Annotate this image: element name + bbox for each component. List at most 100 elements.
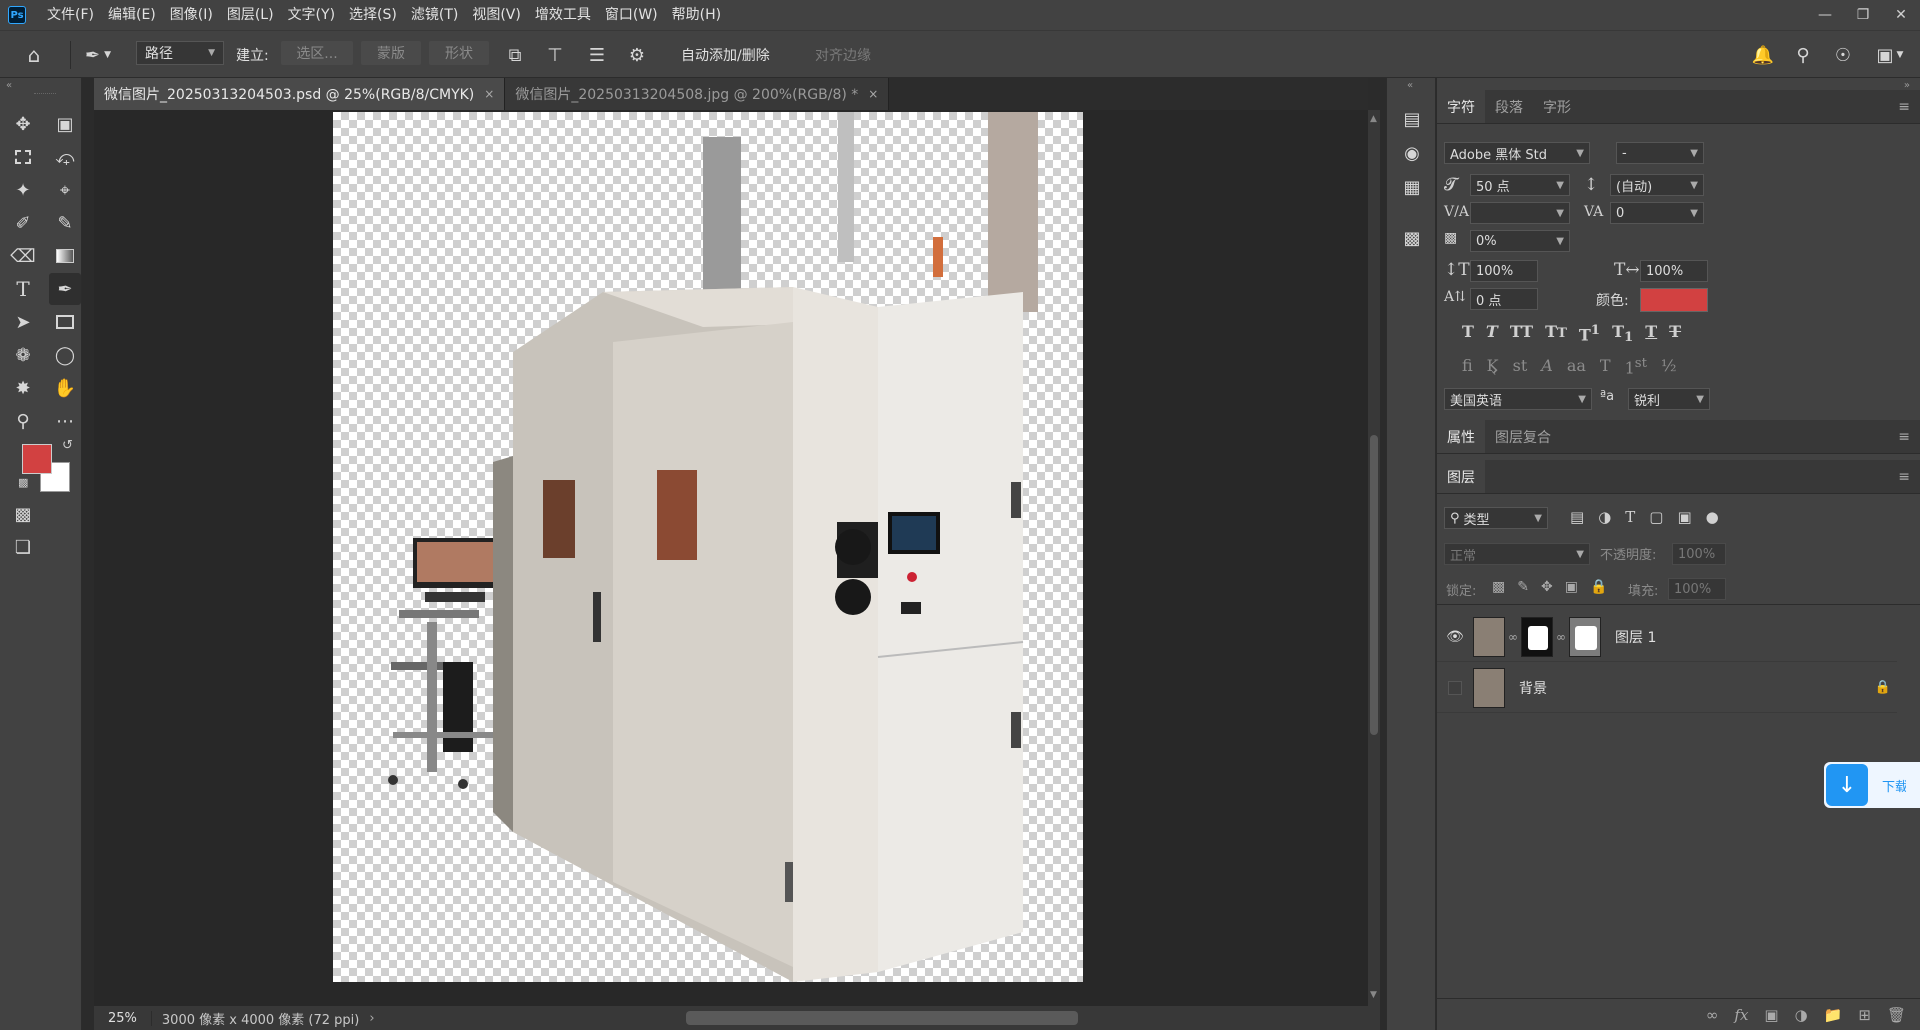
close-tab-icon[interactable]: × xyxy=(868,87,878,101)
filter-type-icon[interactable]: T xyxy=(1625,508,1635,526)
gradient-tool-icon[interactable] xyxy=(49,240,81,272)
leading-field[interactable]: (自动) ▼ xyxy=(1610,174,1704,196)
close-tab-icon[interactable]: × xyxy=(484,87,494,101)
screen-mode-icon[interactable]: ❏ xyxy=(7,531,39,563)
kerning-field[interactable]: ▼ xyxy=(1470,202,1570,224)
subscript-icon[interactable]: T1 xyxy=(1612,322,1633,345)
menu-help[interactable]: 帮助(H) xyxy=(665,0,728,30)
path-selection-tool-icon[interactable]: ➤ xyxy=(7,306,39,338)
tab-layers[interactable]: 图层 xyxy=(1437,460,1485,493)
faux-bold-icon[interactable]: T xyxy=(1462,322,1474,345)
brush-tool-icon[interactable]: ✎ xyxy=(49,207,81,239)
small-caps-icon[interactable]: TT xyxy=(1545,322,1567,345)
faux-italic-icon[interactable]: T xyxy=(1486,322,1498,345)
ellipse-tool-icon[interactable]: ◯ xyxy=(49,339,81,371)
scroll-down-icon[interactable]: ▼ xyxy=(1370,990,1377,1000)
fill-field[interactable]: 100% xyxy=(1668,578,1726,600)
lock-artboard-icon[interactable]: ▣ xyxy=(1565,579,1578,595)
eraser-tool-icon[interactable]: ⌫ xyxy=(7,240,39,272)
lasso-tool-icon[interactable]: ⤽ xyxy=(49,141,81,173)
make-selection-button[interactable]: 选区... xyxy=(281,41,353,65)
quick-mask-icon[interactable]: ▩ xyxy=(7,498,39,530)
tracking-field[interactable]: 0 ▼ xyxy=(1610,202,1704,224)
filter-smart-object-icon[interactable]: ▣ xyxy=(1677,508,1691,526)
tab-glyphs[interactable]: 字形 xyxy=(1533,90,1581,123)
font-size-field[interactable]: 50 点 ▼ xyxy=(1470,174,1570,196)
gear-icon[interactable]: ⚙ xyxy=(624,42,650,68)
layer-name[interactable]: 背景 xyxy=(1519,678,1547,698)
stylistic-alt-icon[interactable]: aa xyxy=(1567,356,1586,377)
menu-file[interactable]: 文件(F) xyxy=(40,0,101,30)
tab-paragraph[interactable]: 段落 xyxy=(1485,90,1533,123)
swash-icon[interactable]: A xyxy=(1541,356,1553,377)
scroll-up-icon[interactable]: ▲ xyxy=(1370,114,1377,124)
make-mask-button[interactable]: 蒙版 xyxy=(361,41,421,65)
menu-edit[interactable]: 编辑(E) xyxy=(101,0,163,30)
tab-properties[interactable]: 属性 xyxy=(1437,420,1485,453)
move-tool-icon[interactable]: ✥ xyxy=(7,108,39,140)
plugins-panel-icon[interactable]: ▩ xyxy=(1397,223,1427,253)
discretionary-ligature-icon[interactable]: st xyxy=(1513,356,1528,377)
delete-layer-icon[interactable]: 🗑 xyxy=(1887,1006,1906,1024)
clone-stamp-tool-icon[interactable]: ✸ xyxy=(7,372,39,404)
font-style-select[interactable]: - ▼ xyxy=(1616,142,1704,164)
home-icon[interactable]: ⌂ xyxy=(20,42,48,68)
lock-position-icon[interactable]: ✥ xyxy=(1541,579,1553,595)
lightbulb-icon[interactable]: ☉ xyxy=(1830,42,1856,68)
vertical-scale-field[interactable]: 100% xyxy=(1470,260,1538,282)
menu-plugins[interactable]: 增效工具 xyxy=(528,0,598,30)
layer-mask-thumbnail[interactable] xyxy=(1521,616,1553,657)
minimize-button[interactable]: — xyxy=(1806,0,1844,30)
layers-menu-icon[interactable]: ≡ xyxy=(1888,460,1920,493)
filter-shape-icon[interactable]: ▢ xyxy=(1649,508,1663,526)
tab-jpg-document[interactable]: 微信图片_20250313204508.jpg @ 200%(RGB/8) * … xyxy=(505,78,890,110)
panel-menu-icon[interactable]: ≡ xyxy=(1888,90,1920,123)
layer-row[interactable]: 👁 ∞ ∞ 图层 1 xyxy=(1437,612,1897,662)
add-mask-icon[interactable]: ▣ xyxy=(1764,1006,1778,1024)
type-tool-icon[interactable]: T xyxy=(7,273,39,305)
layer-row[interactable]: 背景 🔒 xyxy=(1437,663,1897,713)
layer-style-icon[interactable]: fx xyxy=(1734,1006,1748,1024)
workspace-icon[interactable]: ▣ ▼ xyxy=(1870,42,1910,68)
more-tools-icon[interactable]: ⋯ xyxy=(49,405,81,437)
tsume-field[interactable]: 0% ▼ xyxy=(1470,230,1570,252)
bell-icon[interactable]: 🔔 xyxy=(1750,42,1776,68)
marquee-tool-icon[interactable] xyxy=(7,141,39,173)
lock-image-icon[interactable]: ✎ xyxy=(1517,579,1529,595)
pen-tool-preset-icon[interactable]: ✒ ▼ xyxy=(78,42,118,68)
zoom-tool-icon[interactable]: ⚲ xyxy=(7,405,39,437)
link-icon[interactable]: ∞ xyxy=(1556,630,1566,644)
baseline-shift-field[interactable]: 0 点 xyxy=(1470,288,1538,310)
artboard-tool-icon[interactable]: ▣ xyxy=(49,108,81,140)
menu-layer[interactable]: 图层(L) xyxy=(220,0,281,30)
tab-layer-comps[interactable]: 图层复合 xyxy=(1485,420,1561,453)
rectangle-tool-icon[interactable] xyxy=(49,306,81,338)
eye-icon[interactable]: 👁 xyxy=(1437,629,1473,645)
document-canvas[interactable] xyxy=(333,112,1083,982)
filter-adjustment-icon[interactable]: ◑ xyxy=(1598,508,1611,526)
path-arrangement-icon[interactable]: ☰ xyxy=(584,42,610,68)
layer-name[interactable]: 图层 1 xyxy=(1615,627,1656,647)
hand-tool-icon[interactable]: ✋ xyxy=(49,372,81,404)
strikethrough-icon[interactable]: T xyxy=(1669,322,1681,345)
menu-type[interactable]: 文字(Y) xyxy=(281,0,342,30)
ligature-icon[interactable]: fi xyxy=(1462,356,1473,377)
path-operations-icon[interactable]: ⧉ xyxy=(502,42,528,68)
close-window-button[interactable]: ✕ xyxy=(1882,0,1920,30)
pen-tool-icon[interactable]: ✒ xyxy=(49,273,81,305)
all-caps-icon[interactable]: TT xyxy=(1510,322,1533,345)
swap-colors-icon[interactable]: ↺ xyxy=(62,438,73,453)
download-arrow-icon[interactable]: ↓ xyxy=(1826,764,1868,806)
layer-filter-select[interactable]: ⚲ 类型 ▼ xyxy=(1444,507,1548,529)
opacity-field[interactable]: 100% xyxy=(1672,543,1726,565)
menu-select[interactable]: 选择(S) xyxy=(342,0,404,30)
eyedropper-tool-icon[interactable]: ✐ xyxy=(7,207,39,239)
contextual-alt-icon[interactable]: Ϗ xyxy=(1487,356,1499,377)
path-alignment-icon[interactable]: ⊤ xyxy=(542,42,568,68)
visibility-toggle[interactable] xyxy=(1437,680,1473,695)
horizontal-scroll-thumb[interactable] xyxy=(686,1011,1078,1025)
link-layers-icon[interactable]: ∞ xyxy=(1706,1006,1719,1024)
crop-tool-icon[interactable]: ⌖ xyxy=(49,174,81,206)
make-shape-button[interactable]: 形状 xyxy=(429,41,489,65)
lock-all-icon[interactable]: 🔒 xyxy=(1590,579,1607,595)
